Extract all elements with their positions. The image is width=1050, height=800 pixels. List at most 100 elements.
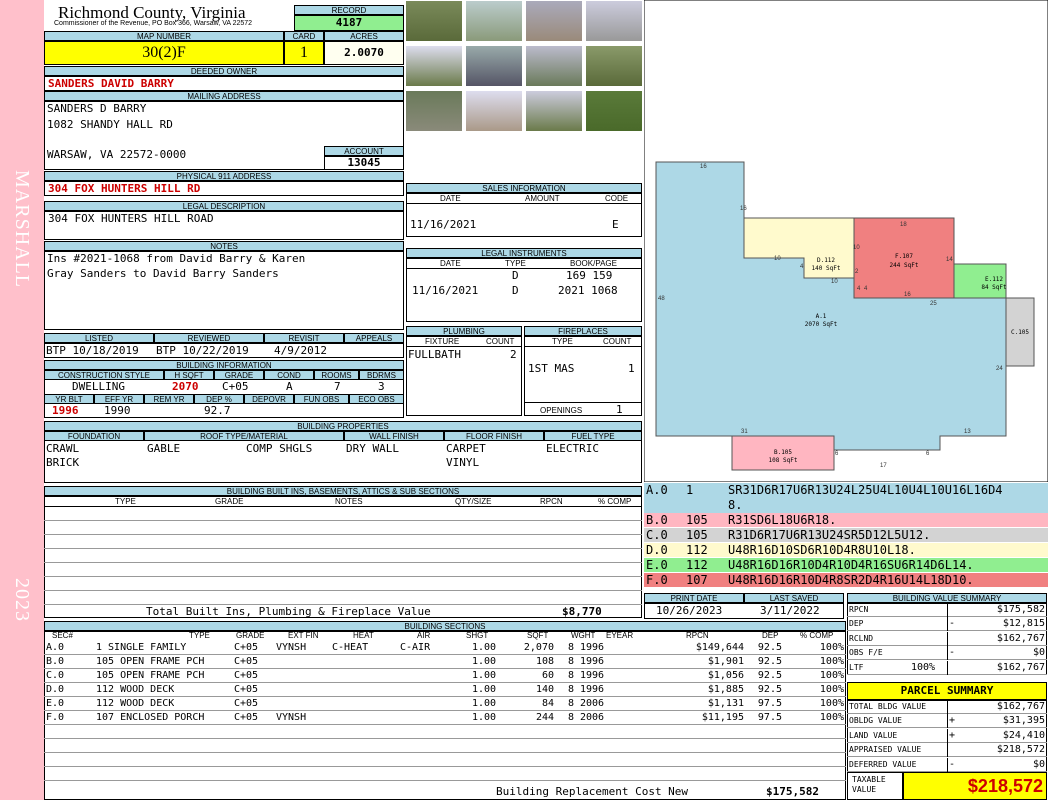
sec-col: SHGT	[466, 631, 489, 640]
taxable-value: $218,572	[903, 772, 1047, 800]
section-cell-grade: C+05	[234, 670, 259, 681]
section-row[interactable]: A.0 1 SINGLE FAMILY C+05 VYNSH C-HEAT C-AIR 1.…	[44, 641, 846, 655]
bi-effyr: 1990	[104, 404, 131, 417]
section-cell-wght: 8	[567, 656, 574, 667]
photo[interactable]	[585, 45, 643, 87]
summary-value: $162,767	[996, 701, 1045, 712]
instr-row2-book: 2021 1068	[558, 284, 618, 297]
section-cell-dep: 97.5	[757, 698, 782, 709]
sketch-label-e112: E.112	[985, 276, 1003, 283]
dim: 18	[900, 222, 907, 228]
last-saved-label: LAST SAVED	[744, 593, 844, 603]
vector-row-b[interactable]: B.0 105 R31SD6L18U6R18.	[644, 513, 1048, 527]
builtins-total-label: Total Built Ins, Plumbing & Fireplace Va…	[146, 605, 431, 618]
instr-row1-book: 169 159	[566, 269, 613, 282]
prop-col-fuel: FUEL TYPE	[544, 431, 642, 441]
section-cell-sqft: 140	[535, 684, 554, 695]
summary-value: $0	[1032, 647, 1045, 659]
section-cell-sec: E.0	[46, 698, 65, 709]
section-row[interactable]: F.0 107 ENCLOSED PORCH C+05 VYNSH 1.00 244 8 20…	[44, 711, 846, 725]
vector-text: U48R16D16R10D4R10D4R16SU6R14D6L14.	[728, 558, 974, 572]
section-cell-shgt: 1.00	[472, 670, 497, 681]
bi2-col-qty: QTY/SIZE	[455, 497, 492, 506]
notes-line2: Gray Sanders to David Barry Sanders	[47, 267, 279, 280]
fire-type: 1ST MAS	[528, 362, 575, 375]
vector-code: 112	[686, 558, 708, 572]
sections-label: BUILDING SECTIONS	[44, 621, 846, 631]
bi-col-funobs: FUN OBS	[294, 394, 349, 404]
section-cell-air: C-AIR	[400, 642, 431, 653]
sec-col: SEC#	[52, 631, 73, 640]
section-row[interactable]: C.0 105 OPEN FRAME PCH C+05 1.00 60 8 1996 $1,0…	[44, 669, 846, 683]
dim: 25	[930, 301, 937, 307]
bi2-col-comp: % COMP	[598, 497, 632, 506]
sales-label: SALES INFORMATION	[406, 183, 642, 193]
dim: 10	[774, 256, 781, 262]
section-cell-type: 105 OPEN FRAME PCH	[96, 670, 205, 681]
sketch-sqft-a1: 2070 SqFt	[805, 321, 838, 328]
prop-wall: DRY WALL	[346, 442, 399, 455]
vector-row-a[interactable]: A.0 1 SR31D6R17U6R13U24L25U4L10U4L10U16L…	[644, 483, 1048, 513]
photo[interactable]	[525, 45, 583, 87]
vector-code: 105	[686, 528, 708, 542]
section-cell-comp: 100%	[819, 684, 844, 695]
section-row[interactable]: B.0 105 OPEN FRAME PCH C+05 1.00 108 8 1996 $1,…	[44, 655, 846, 669]
sec-col: SQFT	[527, 631, 549, 640]
listed-value: BTP 10/18/2019	[46, 344, 139, 357]
sales-col-date: DATE	[440, 194, 461, 203]
record-label: RECORD	[294, 5, 404, 15]
photo[interactable]	[405, 90, 463, 132]
vector-text: R31D6R17U6R13U24SR5D12L5U12.	[728, 528, 931, 542]
summary-key: DEFERRED VALUE	[849, 759, 917, 769]
summary-sign: 100%	[911, 661, 936, 673]
account-label: ACCOUNT	[324, 146, 404, 156]
section-cell-dep: 92.5	[757, 670, 782, 681]
vector-row-e[interactable]: E.0 112 U48R16D16R10D4R10D4R16SU6R14D6L1…	[644, 558, 1048, 572]
photo[interactable]	[465, 90, 523, 132]
bi-col-effyr: EFF YR	[94, 394, 144, 404]
sec-col: DEP	[762, 631, 779, 640]
photo[interactable]	[405, 45, 463, 87]
section-row[interactable]: D.0 112 WOOD DECK C+05 1.00 140 8 1996 $1,885 92…	[44, 683, 846, 697]
vector-row-d[interactable]: D.0 112 U48R16D10SD6R10D4R8U10L18.	[644, 543, 1048, 557]
year-label: 2023	[11, 578, 33, 622]
print-date: 10/26/2023	[656, 604, 723, 617]
section-cell-shgt: 1.00	[472, 656, 497, 667]
bi-col-hsqft: H SQFT	[164, 370, 214, 380]
vector-row-f[interactable]: F.0 107 U48R16D16R10D4R8SR2D4R16U14L18D1…	[644, 573, 1048, 587]
vector-id: A.0	[646, 483, 668, 497]
vector-row-c[interactable]: C.0 105 R31D6R17U6R13U24SR5D12L5U12.	[644, 528, 1048, 542]
bi-col-yrblt: YR BLT	[44, 394, 94, 404]
photo[interactable]	[585, 90, 643, 132]
section-cell-eyear: 1996	[580, 656, 605, 667]
photo[interactable]	[525, 90, 583, 132]
prop-foundation1: CRAWL	[46, 442, 80, 455]
dim: 14	[946, 257, 953, 263]
plumb-col-fixture: FIXTURE	[425, 337, 460, 346]
prop-roof1: GABLE	[147, 442, 181, 455]
summary-key: RCLND	[849, 633, 874, 643]
section-cell-eyear: 1996	[580, 684, 605, 695]
photo[interactable]	[525, 0, 583, 42]
plumb-fixture: FULLBATH	[408, 348, 461, 361]
section-cell-sec: F.0	[46, 712, 65, 723]
building-info-label: BUILDING INFORMATION	[44, 360, 404, 370]
summary-value: $175,582	[996, 604, 1045, 615]
prop-floor2: VINYL	[446, 456, 480, 469]
section-cell-sqft: 244	[535, 712, 554, 723]
section-cell-eyear: 1996	[580, 642, 605, 653]
card-value: 1	[284, 41, 324, 65]
summary-value: $218,572	[996, 744, 1045, 756]
photo[interactable]	[405, 0, 463, 42]
photo[interactable]	[585, 0, 643, 42]
section-cell-shgt: 1.00	[472, 712, 497, 723]
sec-col: WGHT	[571, 631, 596, 640]
sec-col: HEAT	[353, 631, 374, 640]
photo[interactable]	[465, 0, 523, 42]
section-cell-type: 112 WOOD DECK	[96, 684, 175, 695]
district-label: MARSHALL	[11, 170, 33, 289]
instr-col-type: TYPE	[505, 259, 526, 268]
section-row[interactable]: E.0 112 WOOD DECK C+05 1.00 84 8 2006 $1,131 97.…	[44, 697, 846, 711]
print-date-label: PRINT DATE	[644, 593, 744, 603]
photo[interactable]	[465, 45, 523, 87]
